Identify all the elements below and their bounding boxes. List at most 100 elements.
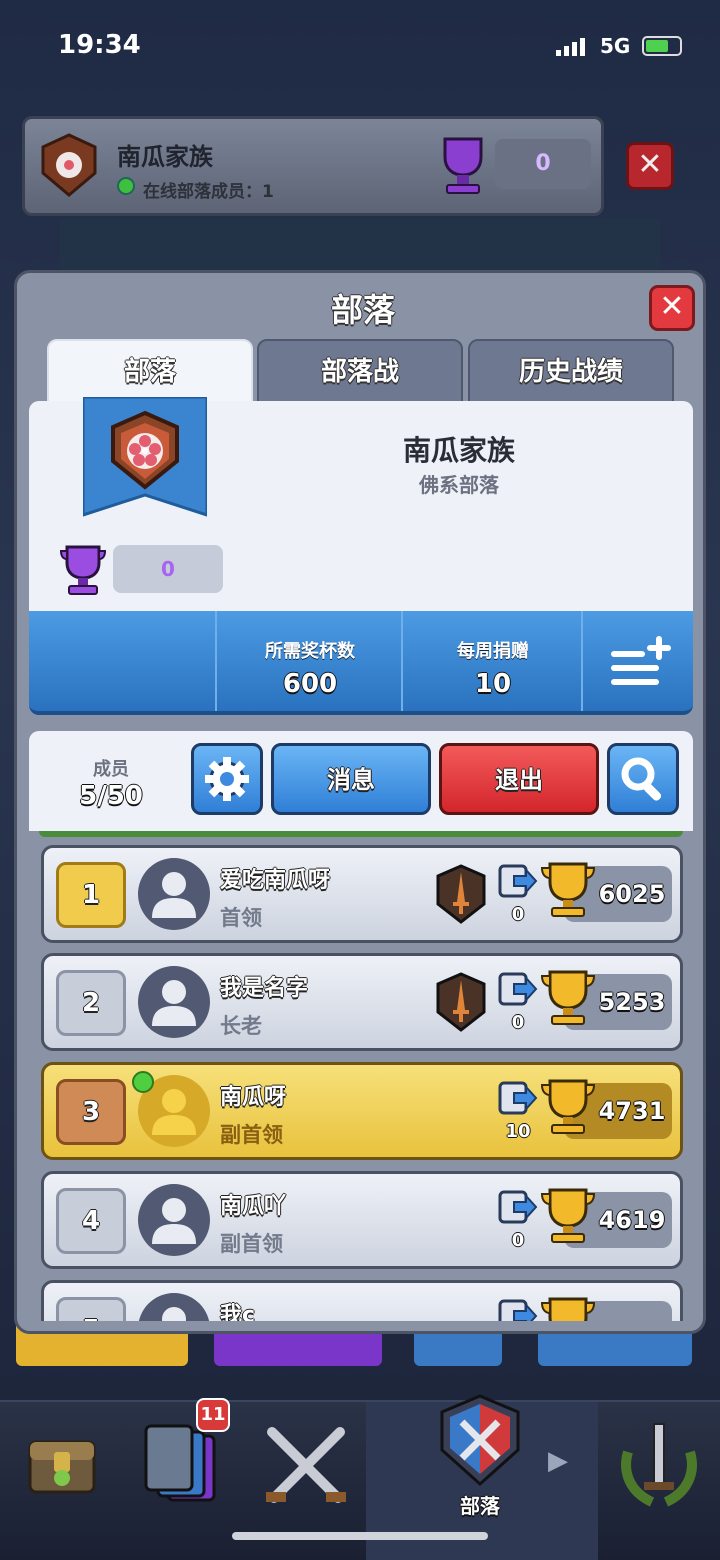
clan-stats-bar: 所需奖杯数 600 每周捐赠 10	[29, 611, 693, 715]
cards-notification-badge: 11	[196, 1398, 230, 1432]
member-trophies: 6025	[598, 880, 666, 908]
member-toolbar: 成员 5/50 消息 退出	[29, 731, 693, 831]
status-bar: 19:34 5G	[0, 0, 720, 90]
war-sword-icon	[436, 864, 486, 924]
clan-trophy-count: 0	[113, 545, 223, 593]
member-rank: 1	[56, 862, 126, 928]
settings-button[interactable]	[191, 743, 263, 815]
purple-trophy-icon	[59, 545, 107, 595]
gold-trophy-icon	[540, 862, 596, 917]
gold-trophy-icon	[540, 1079, 596, 1134]
battery-icon	[642, 36, 682, 56]
member-row[interactable]: 1 爱吃南瓜呀首领 0 6025	[41, 845, 683, 943]
avatar	[138, 858, 210, 930]
weekly-donations-label: 每周捐赠	[457, 641, 529, 662]
person-icon	[162, 1307, 186, 1321]
person-icon	[152, 1198, 196, 1244]
required-trophies-stat: 所需奖杯数 600	[215, 611, 403, 711]
weekly-donations-value: 10	[474, 669, 512, 699]
gold-trophy-icon	[540, 1297, 596, 1321]
purple-trophy-icon	[443, 137, 483, 194]
nav-right-arrow-icon[interactable]: ▶	[548, 1446, 568, 1476]
member-rank: 5	[56, 1297, 126, 1321]
tab-clan-war[interactable]: 部落战	[257, 339, 463, 403]
member-name: 爱吃南瓜呀	[220, 868, 331, 893]
clan-banner-icon	[83, 397, 207, 517]
member-rank: 2	[56, 970, 126, 1036]
member-trophies	[592, 1301, 672, 1321]
member-row[interactable]: 2 我是名字长老 0 5253	[41, 953, 683, 1051]
status-time: 19:34	[58, 30, 141, 60]
members-count: 5/50	[79, 781, 143, 811]
gold-trophy-icon	[540, 1188, 596, 1243]
donation-card-icon	[498, 1190, 538, 1224]
background-clan-header: 南瓜家族 在线部落成员：1 0	[22, 116, 604, 216]
tab-clan[interactable]: 部落	[47, 339, 253, 403]
donation-card-icon	[498, 864, 538, 898]
clan-name: 南瓜家族	[402, 434, 515, 467]
member-rank: 3	[56, 1079, 126, 1145]
modal-title: 部落	[330, 291, 395, 329]
member-donations: 0	[511, 1012, 525, 1033]
clan-description: 佛系部落	[419, 473, 499, 497]
nav-shop-chest-icon[interactable]	[22, 1412, 102, 1522]
online-members-text: 在线部落成员：1	[143, 182, 274, 202]
member-row[interactable]: 3 南瓜呀副首领 10 4731	[41, 1062, 683, 1160]
search-icon	[621, 757, 662, 801]
person-icon	[152, 980, 196, 1026]
clan-badge-icon	[41, 133, 97, 197]
background-trophy-count: 0	[495, 139, 591, 189]
nav-clan-shield-icon[interactable]	[438, 1392, 522, 1502]
member-list[interactable]: 1 爱吃南瓜呀 首领 0 6025 2 我是名字 长老 0 5253 3 南瓜呀 副首领 10 4731 4 南…	[29, 831, 693, 1321]
member-name: 南瓜吖	[220, 1194, 287, 1219]
member-row[interactable]: 5 我c	[41, 1280, 683, 1321]
online-dot-icon	[132, 1071, 154, 1093]
online-dot-icon	[117, 177, 135, 195]
member-trophies: 4619	[598, 1206, 666, 1234]
nav-battle-icon[interactable]	[258, 1412, 354, 1522]
clan-info-card: 南瓜家族 佛系部落 0	[29, 397, 693, 611]
background-strip	[60, 218, 660, 270]
member-trophies: 4731	[598, 1097, 666, 1125]
member-donations: 0	[511, 904, 525, 925]
signal-icon	[556, 38, 585, 56]
exit-clan-button[interactable]: 退出	[439, 743, 599, 815]
person-icon	[152, 872, 196, 918]
background-close-button[interactable]: ✕	[626, 142, 674, 190]
members-label: 成员	[93, 759, 129, 780]
member-rank: 4	[56, 1188, 126, 1254]
close-button[interactable]: ✕	[649, 285, 695, 331]
add-member-button[interactable]	[581, 611, 695, 711]
member-name: 南瓜呀	[220, 1085, 287, 1110]
list-add-icon	[611, 636, 671, 685]
war-sword-icon	[436, 972, 486, 1032]
donation-card-icon	[498, 1081, 538, 1115]
tab-history[interactable]: 历史战绩	[468, 339, 674, 403]
avatar	[138, 1184, 210, 1256]
gear-icon	[205, 757, 249, 801]
required-trophies-value: 600	[282, 669, 338, 699]
member-name: 我c	[220, 1303, 256, 1321]
network-type: 5G	[600, 34, 631, 58]
clan-modal: 部落 ✕ 部落 部落战 历史战绩 南瓜家族 佛系部落 0 所需奖杯数 600 每…	[14, 270, 706, 1334]
member-trophies: 5253	[598, 988, 666, 1016]
donation-card-icon	[498, 1299, 538, 1321]
member-role: 副首领	[220, 1123, 283, 1147]
avatar	[138, 966, 210, 1038]
tab-bar: 部落 部落战 历史战绩	[47, 339, 677, 403]
member-role: 长老	[220, 1014, 262, 1038]
background-clan-name: 南瓜家族	[117, 143, 213, 171]
member-role: 首领	[220, 906, 262, 930]
required-trophies-label: 所需奖杯数	[265, 641, 355, 662]
search-button[interactable]	[607, 743, 679, 815]
avatar	[138, 1293, 210, 1321]
member-donations: 0	[511, 1230, 525, 1251]
donation-card-icon	[498, 972, 538, 1006]
member-row[interactable]: 4 南瓜吖 副首领 0 4619	[41, 1171, 683, 1269]
nav-tournament-laurel-icon[interactable]	[614, 1412, 704, 1522]
message-button[interactable]: 消息	[271, 743, 431, 815]
nav-clan-label: 部落	[460, 1494, 500, 1518]
member-name: 我是名字	[220, 976, 309, 1001]
home-indicator[interactable]	[232, 1532, 488, 1540]
member-donations: 10	[505, 1121, 531, 1142]
